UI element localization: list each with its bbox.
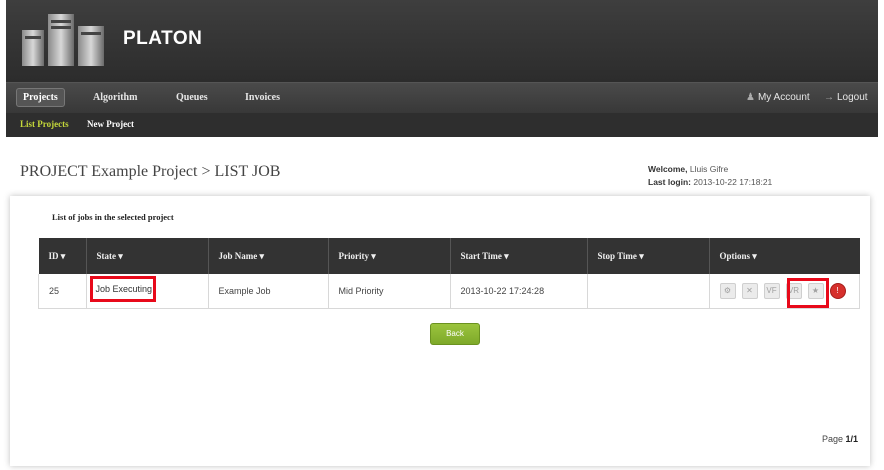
- arrow-right-icon: →: [824, 92, 834, 103]
- vf-icon[interactable]: VF: [763, 283, 780, 299]
- pager-value: 1/1: [845, 434, 859, 444]
- last-login-value: 2013-10-22 17:18:21: [693, 177, 773, 187]
- close-icon[interactable]: ✕: [741, 283, 758, 299]
- pager: Page 1/1: [822, 434, 859, 444]
- nav-queues[interactable]: Queues: [176, 92, 208, 103]
- welcome-user: Lluis Gifre: [689, 164, 729, 174]
- cell-job-name: Example Job: [207, 274, 329, 309]
- cell-state: Job Executing: [85, 274, 209, 309]
- cell-priority: Mid Priority: [327, 274, 451, 309]
- user-icon: ♟: [746, 92, 755, 103]
- app-header: PLATON: [6, 0, 878, 82]
- cell-options: ⚙ ✕ VF VR ★!: [708, 274, 860, 309]
- col-header-options[interactable]: Options ▾: [708, 238, 860, 274]
- gear-icon[interactable]: ⚙: [719, 283, 736, 299]
- nav-projects[interactable]: Projects: [16, 88, 65, 107]
- cell-id: 25: [38, 274, 87, 309]
- state-highlight: Job Executing: [89, 276, 156, 302]
- welcome-block: Welcome, Lluis Gifre Last login: 2013-10…: [648, 163, 772, 189]
- col-header-start-time[interactable]: Start Time ▾: [449, 238, 587, 274]
- my-account-link[interactable]: ♟ My Account: [746, 92, 810, 103]
- back-button[interactable]: Back: [430, 323, 480, 345]
- last-login-label: Last login:: [648, 177, 691, 187]
- stop-icon[interactable]: !: [829, 283, 846, 299]
- col-header-state[interactable]: State ▾: [85, 238, 208, 274]
- cell-start-time: 2013-10-22 17:24:28: [449, 274, 588, 309]
- sub-nav: List Projects New Project: [6, 113, 878, 137]
- welcome-label: Welcome,: [648, 164, 688, 174]
- jobs-panel: List of jobs in the selected project ID …: [10, 196, 870, 466]
- nav-algorithm[interactable]: Algorithm: [93, 92, 137, 103]
- col-header-priority[interactable]: Priority ▾: [327, 238, 450, 274]
- logout-link[interactable]: → Logout: [824, 92, 868, 103]
- table-header-row: ID ▾ State ▾ Job Name ▾ Priority ▾ Start…: [38, 238, 860, 274]
- page-title: PROJECT Example Project > LIST JOB: [20, 163, 281, 180]
- subnav-list-projects[interactable]: List Projects: [20, 119, 69, 129]
- jobs-table: ID ▾ State ▾ Job Name ▾ Priority ▾ Start…: [38, 238, 860, 309]
- app-logo-text: PLATON: [123, 28, 203, 49]
- col-header-stop-time[interactable]: Stop Time ▾: [586, 238, 709, 274]
- cell-stop-time: [586, 274, 710, 309]
- main-nav: Projects Algorithm Queues Invoices ♟ My A…: [6, 82, 878, 114]
- col-header-id[interactable]: ID ▾: [38, 238, 86, 274]
- nav-invoices[interactable]: Invoices: [245, 92, 280, 103]
- table-row: 25 Job Executing Example Job Mid Priorit…: [38, 274, 860, 309]
- col-header-job-name[interactable]: Job Name ▾: [207, 238, 328, 274]
- server-logo-icon: [22, 14, 104, 66]
- panel-caption: List of jobs in the selected project: [52, 212, 174, 222]
- subnav-new-project[interactable]: New Project: [87, 119, 134, 129]
- options-highlight: [787, 278, 829, 308]
